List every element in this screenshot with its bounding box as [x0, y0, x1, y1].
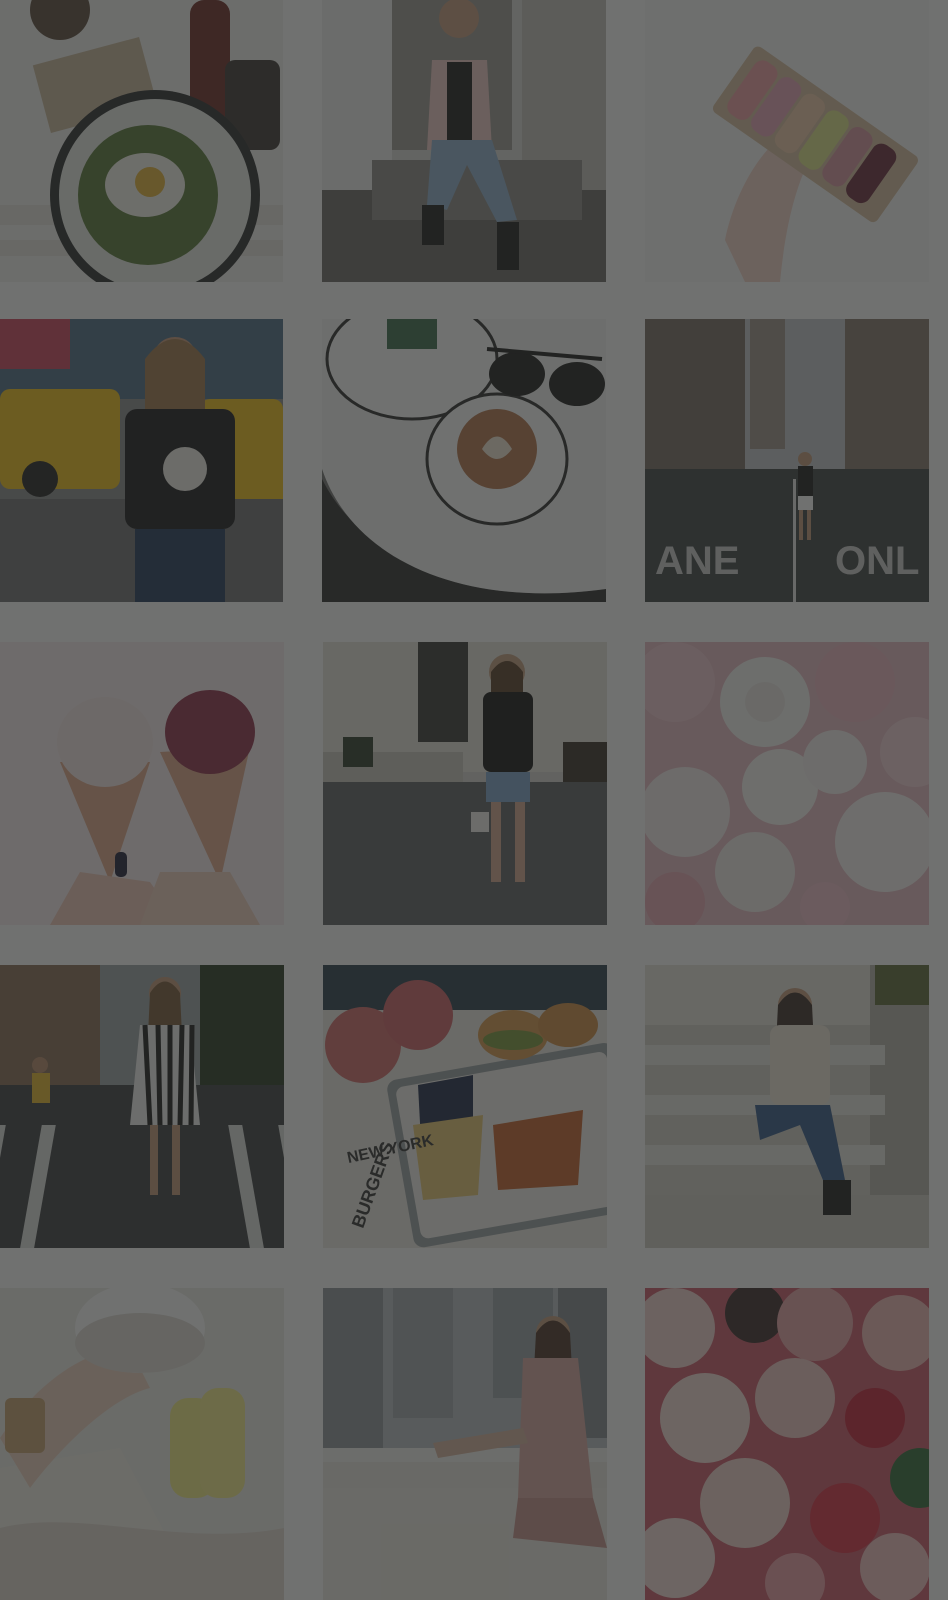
- burger-fries-tray-photo[interactable]: NEW YORK BURGERS: [323, 965, 607, 1248]
- woman-sitting-steps-photo[interactable]: [322, 0, 606, 282]
- macarons-box-photo[interactable]: [645, 0, 929, 282]
- svg-text:ONL: ONL: [835, 539, 919, 583]
- ice-cream-cones-photo[interactable]: [0, 642, 284, 925]
- woman-street-photo[interactable]: ANE ONL: [645, 319, 929, 602]
- pink-red-roses-photo[interactable]: [645, 1288, 929, 1600]
- woman-stairs-photo[interactable]: [645, 965, 929, 1248]
- woman-taxis-photo[interactable]: [0, 319, 283, 602]
- food-table-photo[interactable]: [0, 0, 283, 282]
- white-roses-photo[interactable]: [645, 642, 929, 925]
- photo-gallery-grid: ANE ONL NEW YORK BURGERS: [0, 0, 948, 1600]
- coffee-cup-sneakers-photo[interactable]: [0, 1288, 284, 1600]
- woman-window-photo[interactable]: [323, 1288, 607, 1600]
- coffee-sunglasses-photo[interactable]: [322, 319, 606, 602]
- woman-building-photo[interactable]: [323, 642, 607, 925]
- svg-text:ANE: ANE: [655, 539, 739, 583]
- woman-crosswalk-photo[interactable]: [0, 965, 284, 1248]
